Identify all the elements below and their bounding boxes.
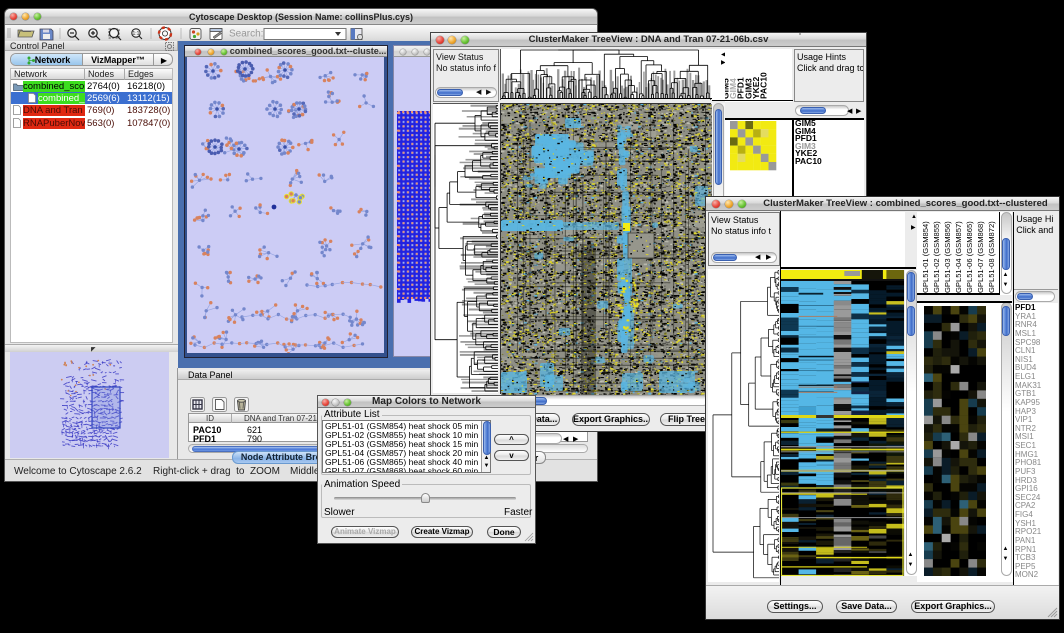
svg-text:GPL51-06 (GSM865): GPL51-06 (GSM865) bbox=[965, 221, 974, 293]
svg-text:Search:: Search: bbox=[229, 29, 263, 40]
svg-text:1:1: 1:1 bbox=[133, 31, 140, 37]
svg-text:GPL51-01 (GSM854): GPL51-01 (GSM854) bbox=[921, 221, 930, 293]
svg-text:GPL51-04 (GSM857): GPL51-04 (GSM857) bbox=[954, 221, 963, 293]
svg-text:PAC10: PAC10 bbox=[759, 72, 769, 99]
svg-text:GPL51-08 (GSM872): GPL51-08 (GSM872) bbox=[987, 221, 996, 293]
svg-text:GPL51-02 (GSM855): GPL51-02 (GSM855) bbox=[932, 221, 941, 293]
svg-text:GPL51-07 (GSM868): GPL51-07 (GSM868) bbox=[976, 221, 985, 293]
svg-text:GPL51-03 (GSM856): GPL51-03 (GSM856) bbox=[943, 221, 952, 293]
